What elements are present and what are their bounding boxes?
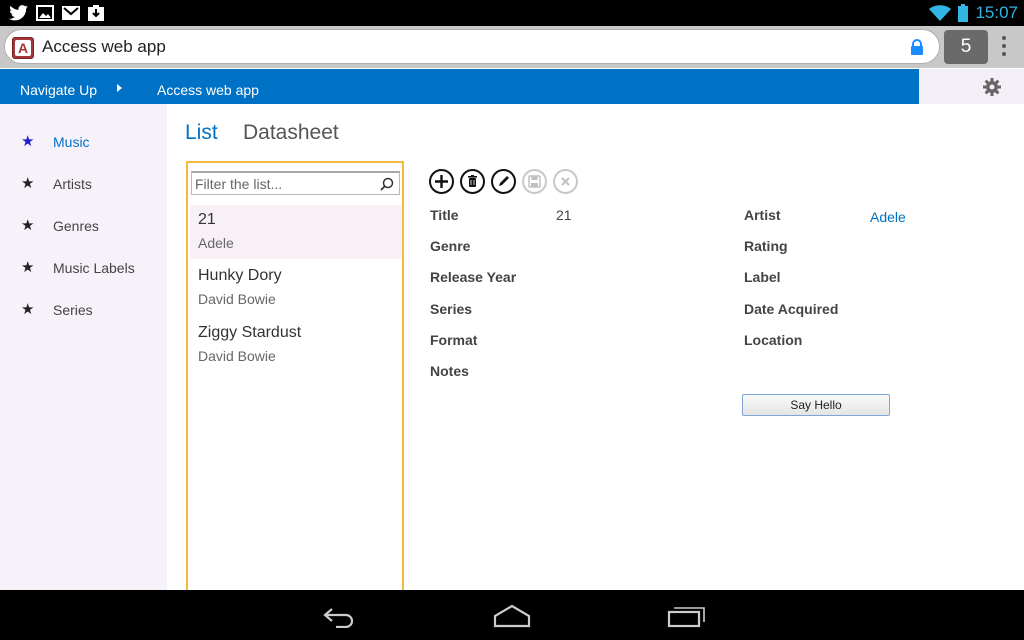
field-label-artist: Artist xyxy=(744,207,781,223)
field-label-genre: Genre xyxy=(430,238,471,254)
settings-area xyxy=(919,69,1024,104)
filter-input[interactable] xyxy=(195,174,375,194)
tab-switcher-button[interactable]: 5 xyxy=(944,30,988,64)
add-button[interactable] xyxy=(429,169,454,194)
sidebar-item-label: Music Labels xyxy=(53,260,135,276)
sidebar-item-music[interactable]: ★ Music xyxy=(0,123,167,159)
twitter-icon xyxy=(8,4,30,22)
recent-apps-icon[interactable] xyxy=(666,602,706,628)
list-item[interactable]: Ziggy Stardust David Bowie xyxy=(190,318,402,372)
edit-button[interactable] xyxy=(491,169,516,194)
chevron-right-icon xyxy=(117,84,122,92)
url-text[interactable]: Access web app xyxy=(42,37,166,57)
wifi-icon xyxy=(928,4,952,22)
star-icon: ★ xyxy=(21,301,35,318)
cancel-button[interactable] xyxy=(553,169,578,194)
sidebar-item-label: Music xyxy=(53,134,90,150)
cancel-icon xyxy=(561,177,570,186)
sidebar-item-label: Series xyxy=(53,302,93,318)
home-icon[interactable] xyxy=(492,602,532,628)
list-item-title: 21 xyxy=(198,211,216,228)
star-icon: ★ xyxy=(21,259,35,276)
field-label-rating: Rating xyxy=(744,238,788,254)
star-icon: ★ xyxy=(21,175,35,192)
list-item-subtitle: Adele xyxy=(198,235,234,251)
tab-datasheet[interactable]: Datasheet xyxy=(243,121,339,145)
top-navigation: Navigate Up Access web app xyxy=(0,69,919,104)
field-label-format: Format xyxy=(430,332,478,348)
list-item-title: Hunky Dory xyxy=(198,267,282,284)
sidebar-item-label: Artists xyxy=(53,176,92,192)
gallery-icon xyxy=(35,4,55,22)
lock-icon[interactable] xyxy=(909,39,925,55)
back-icon[interactable] xyxy=(318,602,358,629)
field-label-series: Series xyxy=(430,301,473,317)
say-hello-button[interactable]: Say Hello xyxy=(742,394,890,416)
list-item[interactable]: Hunky Dory David Bowie xyxy=(190,261,402,315)
download-icon xyxy=(87,4,105,22)
system-nav-bar xyxy=(0,590,1024,640)
delete-button[interactable] xyxy=(460,169,485,194)
list-item-subtitle: David Bowie xyxy=(198,291,276,307)
field-label-date-acquired: Date Acquired xyxy=(744,301,839,317)
list-item[interactable]: 21 Adele xyxy=(190,205,402,259)
star-icon: ★ xyxy=(21,217,35,234)
record-list: 21 Adele Hunky Dory David Bowie Ziggy St… xyxy=(186,161,404,591)
edit-icon xyxy=(499,176,509,186)
overflow-menu-icon[interactable] xyxy=(996,32,1012,62)
add-icon xyxy=(435,175,448,188)
access-app-icon: A xyxy=(12,37,34,59)
status-bar: 15:07 xyxy=(0,0,1024,26)
sidebar-item-label: Genres xyxy=(53,218,99,234)
delete-icon xyxy=(468,175,477,187)
browser-toolbar: A Access web app 5 xyxy=(0,26,1024,68)
android-screen: 15:07 A Access web app 5 Navigate Up Acc… xyxy=(0,0,1024,640)
artist-link[interactable]: Adele xyxy=(870,209,906,225)
clock: 15:07 xyxy=(975,3,1018,22)
save-icon xyxy=(528,175,541,188)
tab-list[interactable]: List xyxy=(185,121,218,145)
field-label-release-year: Release Year xyxy=(430,269,517,285)
field-label-notes: Notes xyxy=(430,363,469,379)
field-label-label: Label xyxy=(744,269,781,285)
list-item-title: Ziggy Stardust xyxy=(198,324,302,341)
field-label-title: Title xyxy=(430,207,459,223)
filter-box xyxy=(191,171,400,195)
sidebar-item-music-labels[interactable]: ★ Music Labels xyxy=(0,249,167,285)
sidebar-item-artists[interactable]: ★ Artists xyxy=(0,165,167,201)
app-title-link[interactable]: Access web app xyxy=(157,82,259,98)
list-item-subtitle: David Bowie xyxy=(198,348,276,364)
gmail-icon xyxy=(61,4,81,22)
sidebar-item-genres[interactable]: ★ Genres xyxy=(0,207,167,243)
search-icon[interactable] xyxy=(380,177,394,191)
sidebar-item-series[interactable]: ★ Series xyxy=(0,291,167,327)
navigate-up-link[interactable]: Navigate Up xyxy=(20,82,97,98)
save-button[interactable] xyxy=(522,169,547,194)
field-value-title: 21 xyxy=(556,207,572,223)
gear-icon[interactable] xyxy=(983,78,1001,96)
address-bar[interactable]: A Access web app xyxy=(4,29,940,64)
battery-icon xyxy=(956,4,970,22)
tables-sidebar: ★ Music ★ Artists ★ Genres ★ Music Label… xyxy=(0,104,167,590)
field-label-location: Location xyxy=(744,332,803,348)
star-icon: ★ xyxy=(21,133,35,150)
